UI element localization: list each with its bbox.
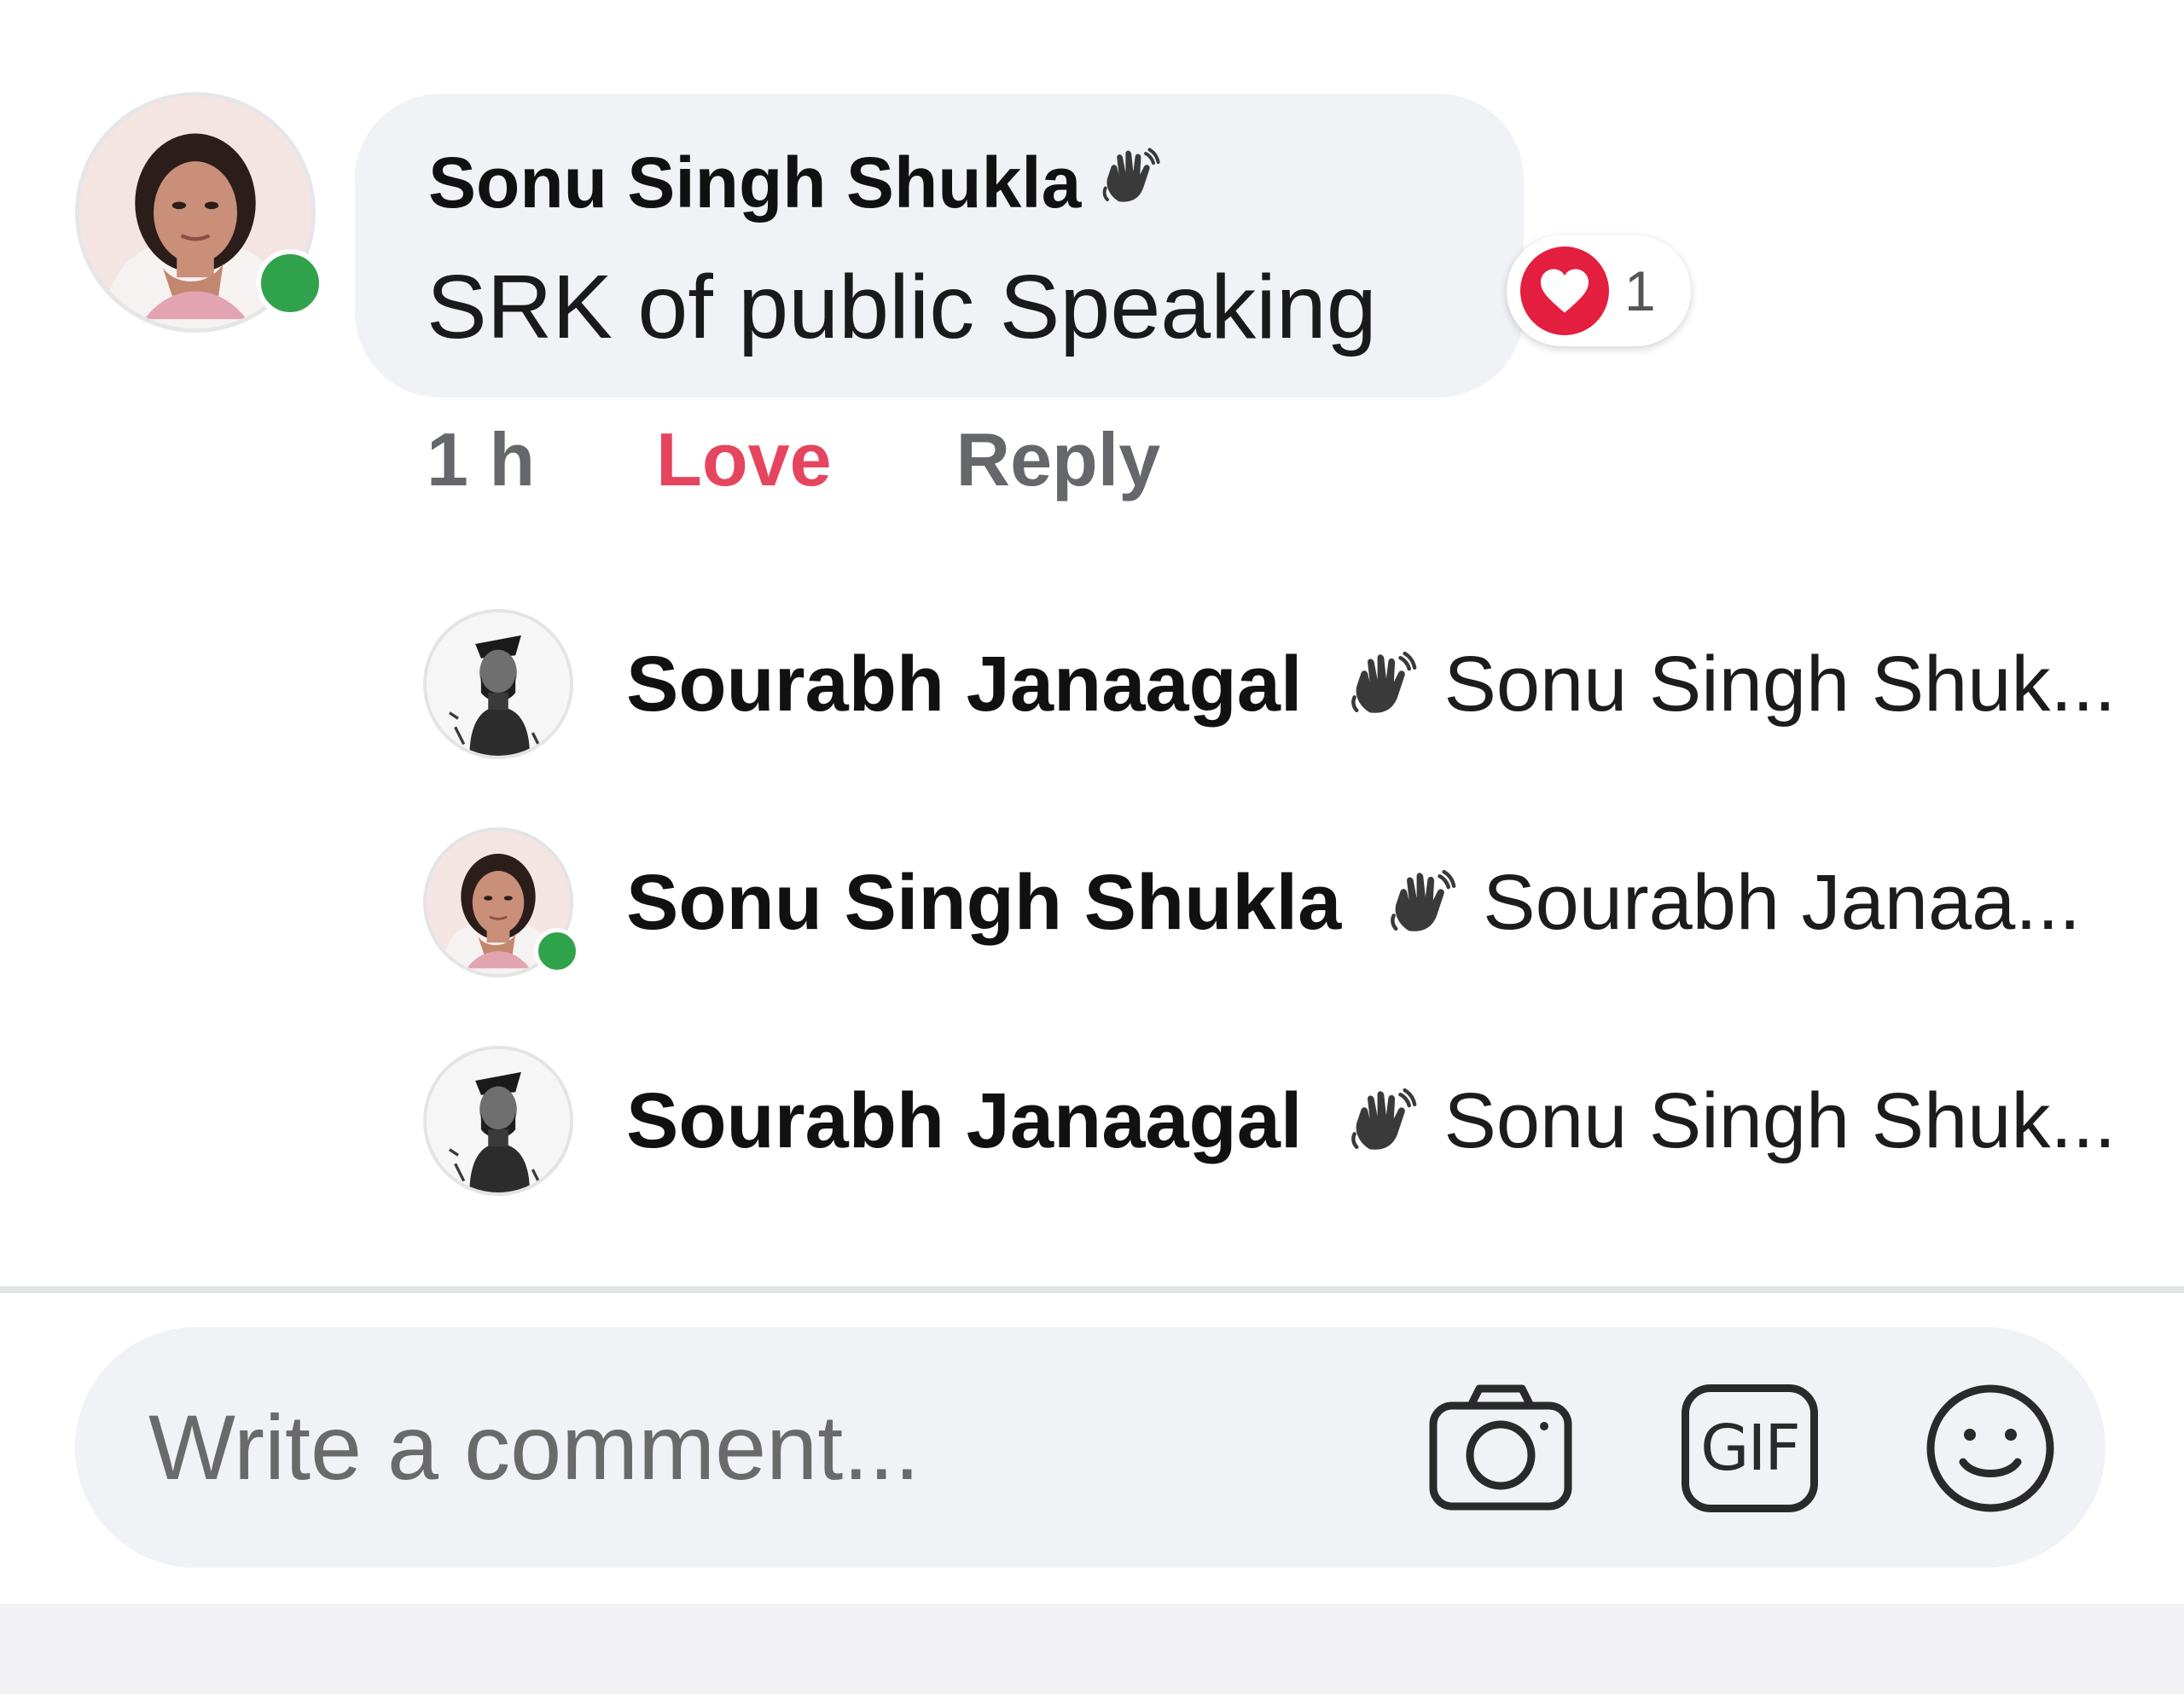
comment-author-name[interactable]: Sonu Singh Shukla — [428, 142, 1081, 224]
divider — [0, 1286, 2184, 1293]
wave-hand-icon — [1348, 649, 1418, 719]
reaction-summary[interactable]: 1 — [1507, 235, 1691, 346]
wave-hand-icon — [1348, 1086, 1418, 1156]
avatar[interactable] — [423, 609, 573, 759]
reply-author[interactable]: Sourabh Janaagal — [626, 640, 1302, 729]
smiley-icon — [1926, 1384, 2054, 1512]
love-reaction-button[interactable]: Love — [656, 416, 831, 503]
avatar[interactable] — [423, 827, 580, 978]
heart-reaction-icon — [1520, 247, 1609, 335]
reply-author[interactable]: Sonu Singh Shukla — [626, 858, 1341, 948]
reaction-count: 1 — [1624, 259, 1656, 322]
reply-item[interactable]: Sourabh Janaagal Sonu Singh Shuk... — [423, 1044, 2116, 1198]
avatar[interactable] — [423, 1046, 573, 1196]
bottom-bar — [0, 1604, 2184, 1694]
online-status-dot — [256, 249, 324, 317]
emoji-button[interactable] — [1918, 1380, 2063, 1517]
comment-thread: Sonu Singh Shukla SRK of public Speaking… — [0, 0, 2184, 1694]
gif-label: GIF — [1700, 1412, 1801, 1485]
wave-hand-icon — [1100, 142, 1161, 224]
reply-item[interactable]: Sonu Singh Shukla Sourabh Janaa... — [423, 826, 2081, 979]
camera-icon — [1429, 1384, 1572, 1511]
comment-actions: 1 h Love Reply — [427, 416, 1160, 503]
reply-item[interactable]: Sourabh Janaagal Sonu Singh Shuk... — [423, 607, 2116, 761]
gif-icon: GIF — [1682, 1384, 1818, 1512]
comment-input[interactable] — [148, 1378, 1385, 1515]
profile-photo — [423, 609, 573, 759]
profile-photo — [423, 1046, 573, 1196]
comment-timestamp[interactable]: 1 h — [427, 416, 535, 503]
comment-author[interactable]: Sonu Singh Shukla — [428, 142, 1161, 224]
reply-author[interactable]: Sourabh Janaagal — [626, 1076, 1302, 1166]
reply-preview: Sonu Singh Shuk... — [1443, 640, 2117, 728]
online-status-dot — [534, 928, 580, 974]
reply-preview: Sourabh Janaa... — [1483, 858, 2081, 946]
avatar[interactable] — [75, 92, 324, 333]
reply-button[interactable]: Reply — [956, 416, 1161, 503]
reply-preview: Sonu Singh Shuk... — [1443, 1076, 2117, 1164]
comment-composer: GIF — [75, 1327, 2106, 1568]
wave-hand-icon — [1387, 867, 1457, 937]
comment-bubble[interactable]: Sonu Singh Shukla SRK of public Speaking — [355, 94, 1524, 397]
camera-button[interactable] — [1428, 1380, 1573, 1517]
gif-button[interactable]: GIF — [1677, 1380, 1822, 1517]
comment-text: SRK of public Speaking — [427, 257, 1377, 357]
